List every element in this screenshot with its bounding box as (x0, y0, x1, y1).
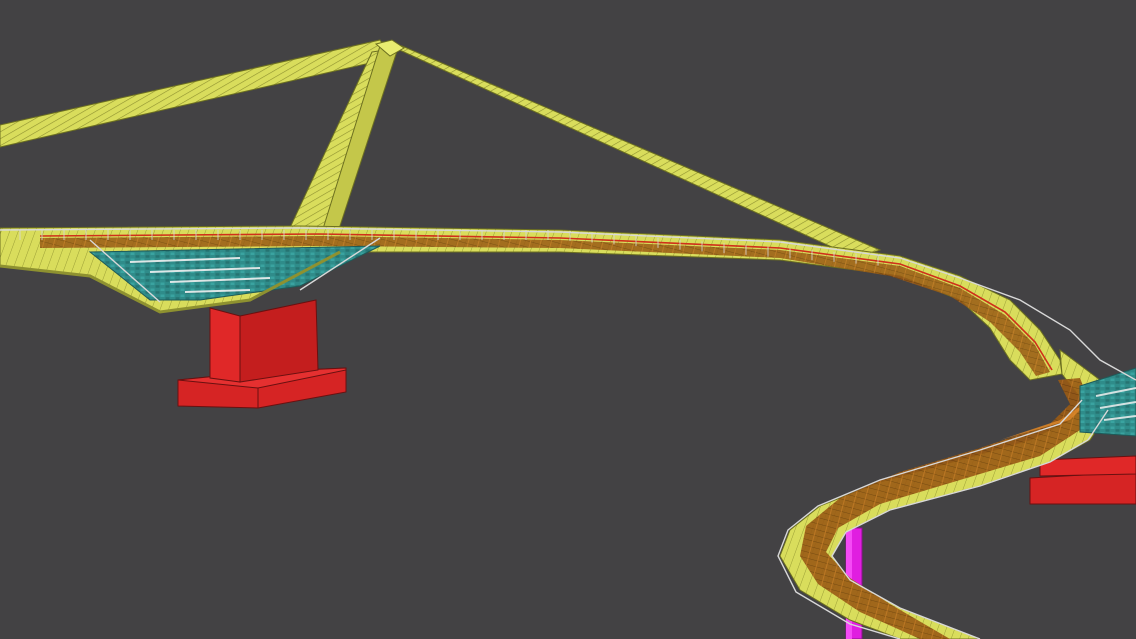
pylon-structure[interactable] (0, 39, 882, 259)
model-viewport[interactable] (0, 0, 1136, 639)
bridge-model-canvas[interactable] (0, 0, 1136, 639)
left-pier[interactable] (177, 299, 347, 409)
main-deck[interactable] (0, 225, 1063, 381)
